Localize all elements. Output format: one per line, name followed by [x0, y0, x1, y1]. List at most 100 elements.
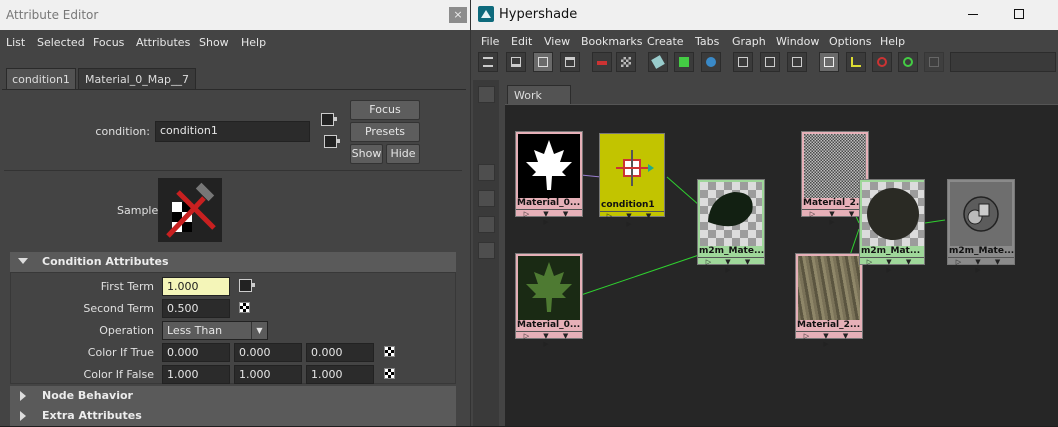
node-behavior-header[interactable]: Node Behavior — [10, 386, 456, 406]
output-node-icon[interactable] — [787, 52, 807, 72]
focus-button[interactable]: Focus — [350, 100, 420, 120]
color-if-false-checker-icon[interactable] — [384, 368, 395, 379]
node-label: condition1 — [601, 200, 655, 210]
side-tool-icon[interactable] — [478, 216, 495, 233]
sphere-icon[interactable] — [701, 52, 721, 72]
input-connection-icon[interactable] — [321, 113, 337, 126]
menu-bar: File Edit View Bookmarks Create Tabs Gra… — [471, 30, 1058, 52]
node-ports[interactable]: ▷ ▼ ▼ ▶ — [600, 211, 664, 228]
node-network-icon[interactable] — [674, 52, 694, 72]
node-ports[interactable]: ▷ ▼ ▼ ▶ — [796, 331, 862, 348]
graph-list-icon[interactable] — [478, 52, 498, 72]
close-icon[interactable]: × — [449, 7, 467, 23]
tab-condition1[interactable]: condition1 — [6, 68, 76, 89]
layout-top-icon[interactable] — [506, 52, 526, 72]
menu-show[interactable]: Show — [199, 36, 229, 49]
operation-dropdown[interactable]: Less Than ▼ — [162, 321, 268, 340]
side-toolbar — [473, 80, 499, 426]
window-title: Attribute Editor — [0, 0, 470, 30]
input-node-icon[interactable] — [733, 52, 753, 72]
second-term-label: Second Term — [83, 302, 154, 315]
node-graph-canvas[interactable]: Material_0... ▷ ▼ ▼ ▶ condition1 ▷ ▼ ▼ ▶… — [505, 104, 1058, 426]
material-node-bark[interactable]: Material_2... ▷ ▼ ▼ ▶ — [795, 253, 863, 348]
minimize-icon[interactable] — [968, 14, 978, 15]
material-node-leaf-color[interactable]: Material_0... ▷ ▼ ▼ ▶ — [515, 253, 583, 348]
expand-arrow-icon[interactable] — [20, 391, 26, 401]
color-if-false-label: Color If False — [83, 368, 154, 381]
menu-edit[interactable]: Edit — [511, 35, 532, 48]
m2m-material-node-2[interactable]: m2m_Mat... ▷ ▼ ▼ ▶ — [859, 179, 925, 274]
menu-focus[interactable]: Focus — [93, 36, 124, 49]
tab-material-map[interactable]: Material_0_Map__7 — [78, 68, 196, 89]
maximize-icon[interactable] — [1014, 9, 1024, 19]
color-if-false-r[interactable]: 1.000 — [162, 365, 230, 384]
side-tool-icon[interactable] — [478, 164, 495, 181]
node-ports[interactable]: ▷ ▼ ▼ ▶ — [516, 331, 582, 348]
output-connection-icon[interactable] — [324, 135, 340, 148]
presets-button[interactable]: Presets — [350, 122, 420, 142]
node-name-field[interactable]: condition1 — [155, 121, 310, 142]
menu-graph[interactable]: Graph — [732, 35, 766, 48]
node-ports[interactable]: ▷ ▼ ▼ ▶ — [860, 257, 924, 274]
pin-icon[interactable] — [846, 52, 866, 72]
menu-selected[interactable]: Selected — [37, 36, 85, 49]
grid-view-icon[interactable] — [616, 52, 636, 72]
menu-help[interactable]: Help — [880, 35, 905, 48]
m2m-material-node-1[interactable]: m2m_Mate... ▷ ▼ ▼ ▶ — [697, 179, 765, 274]
menu-file[interactable]: File — [481, 35, 499, 48]
tab-work-area[interactable]: Work Area — [507, 85, 571, 115]
color-if-true-b[interactable]: 0.000 — [306, 343, 374, 362]
side-tool-icon[interactable] — [478, 190, 495, 207]
color-if-true-g[interactable]: 0.000 — [234, 343, 302, 362]
operation-label: Operation — [99, 324, 154, 337]
first-term-field[interactable]: 1.000 — [162, 277, 230, 296]
node-label: m2m_Mat... — [861, 246, 921, 256]
layout-split-icon[interactable] — [533, 52, 553, 72]
material-node-leaf-mask[interactable]: Material_0... ▷ ▼ ▼ ▶ — [515, 131, 583, 226]
menu-list[interactable]: List — [6, 36, 25, 49]
shading-group-node[interactable]: m2m_Mate... ▷ ▼ ▼ ▶ — [947, 179, 1015, 274]
menu-tabs[interactable]: Tabs — [695, 35, 719, 48]
menu-help[interactable]: Help — [241, 36, 266, 49]
attribute-view-icon[interactable] — [819, 52, 839, 72]
menu-create[interactable]: Create — [647, 35, 684, 48]
condition-attributes-header[interactable]: Condition Attributes — [10, 252, 456, 272]
node-ports[interactable]: ▷ ▼ ▼ ▶ — [948, 257, 1014, 274]
collapse-arrow-icon[interactable] — [18, 258, 28, 264]
list-icon[interactable] — [478, 112, 495, 129]
show-button[interactable]: Show — [350, 144, 383, 164]
frame-icon[interactable] — [898, 52, 918, 72]
first-term-label: First Term — [100, 280, 154, 293]
layout-bottom-icon[interactable] — [560, 52, 580, 72]
gear-icon[interactable] — [872, 52, 892, 72]
color-if-false-b[interactable]: 1.000 — [306, 365, 374, 384]
extra-attributes-header[interactable]: Extra Attributes — [10, 406, 456, 426]
menu-bookmarks[interactable]: Bookmarks — [581, 35, 642, 48]
connections-icon[interactable] — [592, 52, 612, 72]
eraser-icon[interactable] — [648, 52, 668, 72]
condition1-node[interactable]: condition1 ▷ ▼ ▼ ▶ — [599, 133, 665, 228]
input-output-icon[interactable] — [760, 52, 780, 72]
color-if-true-r[interactable]: 0.000 — [162, 343, 230, 362]
node-ports[interactable]: ▷ ▼ ▼ ▶ — [698, 257, 764, 274]
second-term-field[interactable]: 0.500 — [162, 299, 230, 318]
hypershade-window: Hypershade File Edit View Bookmarks Crea… — [470, 0, 1058, 426]
first-term-map-icon[interactable] — [239, 279, 255, 292]
box-icon[interactable] — [478, 138, 495, 155]
material-sphere-thumbnail — [862, 182, 924, 246]
search-input[interactable] — [950, 52, 1056, 72]
side-tool-icon[interactable] — [478, 86, 495, 103]
menu-options[interactable]: Options — [829, 35, 871, 48]
color-if-true-checker-icon[interactable] — [384, 346, 395, 357]
layout-icon[interactable] — [924, 52, 944, 72]
menu-attributes[interactable]: Attributes — [136, 36, 190, 49]
chevron-down-icon[interactable]: ▼ — [251, 322, 267, 339]
node-ports[interactable]: ▷ ▼ ▼ ▶ — [516, 209, 582, 226]
menu-window[interactable]: Window — [776, 35, 819, 48]
color-if-false-g[interactable]: 1.000 — [234, 365, 302, 384]
second-term-checker-icon[interactable] — [239, 302, 250, 313]
side-tool-icon[interactable] — [478, 242, 495, 259]
menu-view[interactable]: View — [544, 35, 570, 48]
expand-arrow-icon[interactable] — [20, 411, 26, 421]
hide-button[interactable]: Hide — [386, 144, 420, 164]
